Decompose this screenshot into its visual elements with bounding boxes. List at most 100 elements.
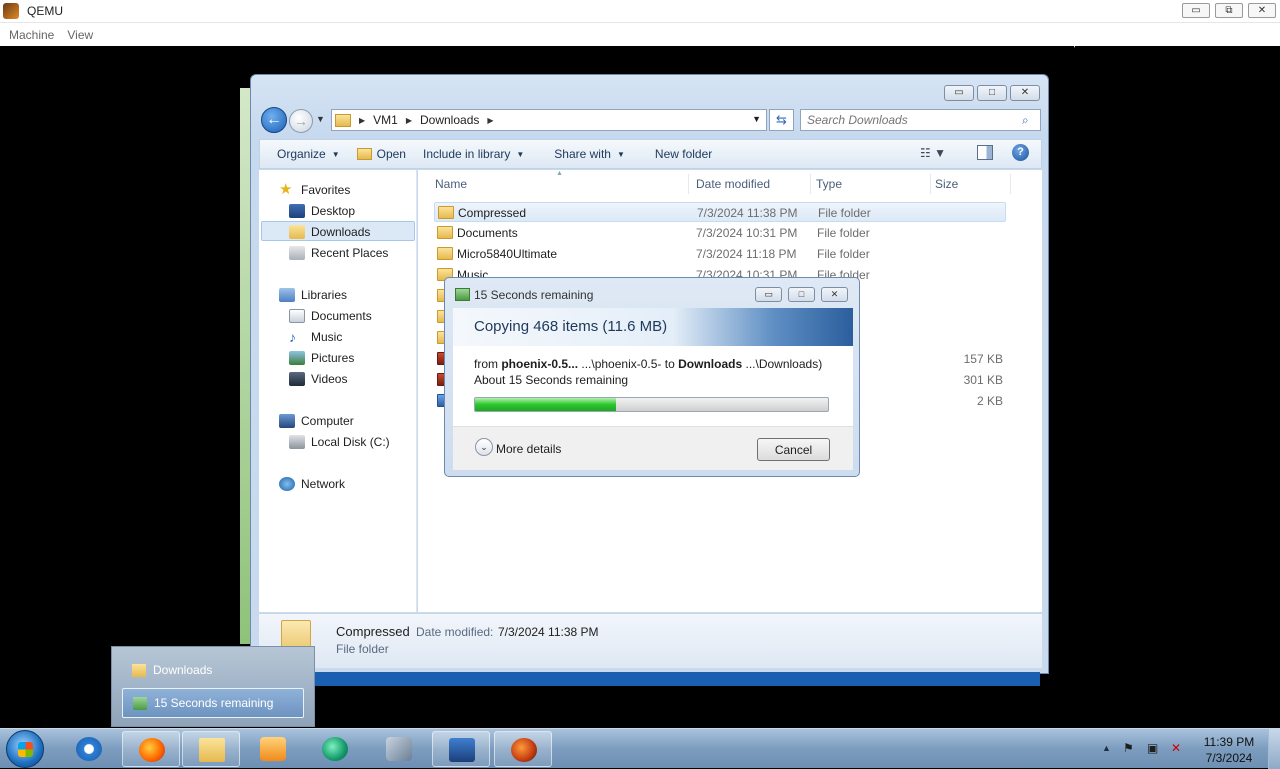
column-divider[interactable] <box>930 174 931 194</box>
taskbar-app-green[interactable] <box>306 731 364 767</box>
host-minimize-button[interactable]: ▭ <box>1182 3 1210 18</box>
copy-progress-bar <box>474 397 829 412</box>
desktop-icon <box>289 204 305 218</box>
search-input[interactable] <box>807 112 1017 128</box>
help-icon[interactable]: ? <box>1012 144 1029 161</box>
forward-button[interactable]: → <box>289 109 313 133</box>
taskbar-explorer[interactable] <box>182 731 240 767</box>
address-bar[interactable]: ▶ VM1 ▶ Downloads ▶ ▼ <box>331 109 767 131</box>
destination-link[interactable]: Downloads <box>678 357 742 371</box>
nav-desktop[interactable]: Desktop <box>289 201 355 221</box>
nav-videos[interactable]: Videos <box>289 369 347 389</box>
menu-view[interactable]: View <box>67 28 93 42</box>
taskbar-firefox[interactable] <box>122 731 180 767</box>
column-header-name[interactable]: Name <box>435 177 467 191</box>
column-divider[interactable] <box>688 174 689 194</box>
dialog-minimize-button[interactable]: ▭ <box>755 287 782 302</box>
internet-explorer-icon <box>76 737 102 761</box>
nav-documents[interactable]: Documents <box>289 306 372 326</box>
explorer-maximize-button[interactable]: □ <box>977 85 1007 101</box>
host-restore-button[interactable]: ⧉ <box>1215 3 1243 18</box>
open-button[interactable]: Open <box>356 147 406 161</box>
search-box[interactable]: ⌕ <box>800 109 1041 131</box>
qemu-window-title: QEMU <box>27 4 63 18</box>
breadcrumb-arrow-icon[interactable]: ▶ <box>406 116 412 125</box>
column-divider[interactable] <box>1010 174 1011 194</box>
nav-libraries[interactable]: Libraries <box>279 285 347 305</box>
expand-details-icon[interactable]: ⌄ <box>475 438 493 456</box>
table-row[interactable]: Micro5840Ultimate 7/3/2024 11:18 PM File f… <box>434 244 1006 264</box>
nav-music[interactable]: ♪ Music <box>289 327 342 347</box>
clock-date[interactable]: 7/3/2024 <box>1196 751 1262 765</box>
explorer-close-button[interactable]: ✕ <box>1010 85 1040 101</box>
folder-icon <box>132 663 146 677</box>
breadcrumb-vm1[interactable]: VM1 <box>373 113 398 127</box>
clock-time[interactable]: 11:39 PM <box>1196 735 1262 749</box>
taskbar-qemu[interactable] <box>494 731 552 767</box>
address-dropdown-chevron-icon[interactable]: ▼ <box>752 114 761 124</box>
breadcrumb-arrow-icon[interactable]: ▶ <box>359 116 365 125</box>
table-row[interactable]: Compressed 7/3/2024 11:38 PM File folder <box>434 202 1006 222</box>
volume-muted-icon[interactable]: ✕ <box>1171 741 1186 755</box>
network-tray-icon[interactable]: ▣ <box>1147 741 1162 755</box>
nav-downloads[interactable]: Downloads <box>289 222 370 242</box>
command-bar: Organize ▼ Open Include in library ▼ Share… <box>259 139 1042 169</box>
nav-recent-places[interactable]: Recent Places <box>289 243 388 263</box>
folder-icon <box>335 113 351 127</box>
organize-button[interactable]: Organize ▼ <box>277 147 340 161</box>
nav-network[interactable]: Network <box>279 474 345 494</box>
nav-pictures[interactable]: Pictures <box>289 348 354 368</box>
include-in-library-button[interactable]: Include in library ▼ <box>423 147 524 161</box>
column-divider[interactable] <box>810 174 811 194</box>
star-icon: ★ <box>279 181 293 198</box>
action-center-flag-icon[interactable]: ⚑ <box>1123 741 1138 755</box>
change-view-icon[interactable]: ☷ ▼ <box>920 146 946 160</box>
explorer-minimize-button[interactable]: ▭ <box>944 85 974 101</box>
qemu-titlebar: QEMU ▭ ⧉ ✕ <box>0 0 1280 22</box>
dialog-close-button[interactable]: ✕ <box>821 287 848 302</box>
cancel-button[interactable]: Cancel <box>757 438 830 461</box>
new-folder-button[interactable]: New folder <box>655 147 712 161</box>
preview-pane-icon[interactable] <box>977 145 993 160</box>
table-row[interactable]: Documents 7/3/2024 10:31 PM File folder <box>434 223 1006 243</box>
nav-local-disk[interactable]: Local Disk (C:) <box>289 432 390 452</box>
libraries-icon <box>279 288 295 302</box>
navigation-row: ← → ▼ ▶ VM1 ▶ Downloads ▶ ▼ ⇆ ⌕ <box>259 105 1041 135</box>
show-hidden-icons-icon[interactable]: ▲ <box>1102 743 1111 753</box>
column-header-size[interactable]: Size <box>935 177 958 191</box>
chevron-down-icon: ▼ <box>516 149 525 159</box>
column-header-type[interactable]: Type <box>816 177 842 191</box>
start-button[interactable] <box>6 730 44 768</box>
folder-icon <box>437 226 453 239</box>
nav-computer[interactable]: Computer <box>279 411 354 431</box>
details-item-name: Compressed <box>336 624 410 639</box>
taskbar-media-player[interactable] <box>244 731 302 767</box>
network-icon <box>279 477 295 491</box>
column-header-date-modified[interactable]: Date modified <box>696 177 770 191</box>
source-link[interactable]: phoenix-0.5... <box>501 357 578 371</box>
dialog-maximize-button[interactable]: □ <box>788 287 815 302</box>
nav-favorites[interactable]: ★ Favorites <box>279 180 350 200</box>
window-list-item-downloads[interactable]: Downloads <box>122 655 304 685</box>
chevron-down-icon: ▼ <box>616 149 625 159</box>
share-with-button[interactable]: Share with ▼ <box>554 147 625 161</box>
breadcrumb-downloads[interactable]: Downloads <box>420 113 479 127</box>
window-list-item-copy-progress[interactable]: 15 Seconds remaining <box>122 688 304 718</box>
taskbar-tools[interactable] <box>370 731 428 767</box>
share-with-label: Share with <box>554 147 611 161</box>
show-desktop-button[interactable] <box>1268 729 1280 769</box>
refresh-icon[interactable]: ⇆ <box>769 109 794 131</box>
breadcrumb-arrow-icon[interactable]: ▶ <box>487 116 493 125</box>
more-details-toggle[interactable]: More details <box>496 442 561 456</box>
open-folder-icon <box>356 148 372 160</box>
recent-pages-chevron-icon[interactable]: ▼ <box>316 114 325 124</box>
taskbar-internet-explorer[interactable] <box>60 731 118 767</box>
host-close-button[interactable]: ✕ <box>1248 3 1276 18</box>
search-icon[interactable]: ⌕ <box>1022 113 1034 127</box>
back-button[interactable]: ← <box>261 107 287 133</box>
sort-ascending-icon: ▲ <box>556 170 563 177</box>
dialog-header: Copying 468 items (11.6 MB) <box>453 308 853 346</box>
menu-machine[interactable]: Machine <box>9 28 54 42</box>
open-label: Open <box>376 147 406 161</box>
taskbar-powershell[interactable] <box>432 731 490 767</box>
